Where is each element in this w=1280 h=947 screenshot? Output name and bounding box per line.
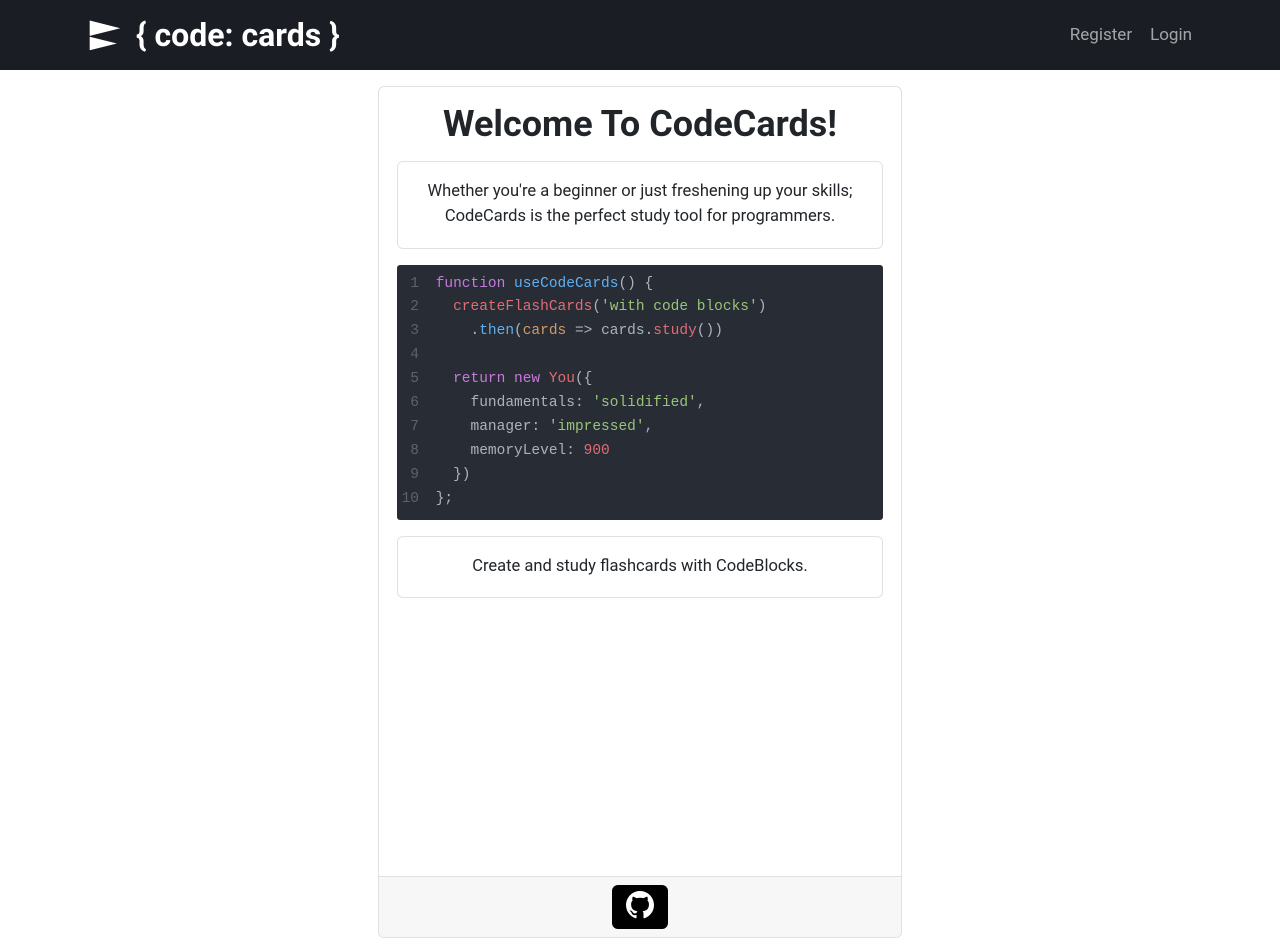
tagline-box: Create and study flashcards with CodeBlo… xyxy=(397,536,883,599)
navbar: { code: cards } Register Login xyxy=(0,0,1280,70)
tagline-text: Create and study flashcards with CodeBlo… xyxy=(472,557,808,576)
intro-line-1: Whether you're a beginner or just freshe… xyxy=(418,180,862,205)
login-link[interactable]: Login xyxy=(1150,25,1192,45)
main: Welcome To CodeCards! Whether you're a b… xyxy=(0,86,1280,938)
card-footer xyxy=(379,876,901,937)
github-icon xyxy=(626,891,654,923)
intro-box: Whether you're a beginner or just freshe… xyxy=(397,161,883,249)
brand-text: { code: cards } xyxy=(136,16,340,54)
card-body: Welcome To CodeCards! Whether you're a b… xyxy=(379,87,901,876)
nav-links: Register Login xyxy=(1070,25,1192,45)
code-block: 1 function useCodeCards() { 2 createFlas… xyxy=(397,265,883,520)
intro-line-2: CodeCards is the perfect study tool for … xyxy=(418,205,862,230)
spacer xyxy=(397,614,883,858)
github-button[interactable] xyxy=(612,885,668,929)
page-title: Welcome To CodeCards! xyxy=(397,103,883,145)
register-link[interactable]: Register xyxy=(1070,25,1132,45)
logo-icon xyxy=(88,18,122,52)
hero-card: Welcome To CodeCards! Whether you're a b… xyxy=(378,86,902,938)
brand[interactable]: { code: cards } xyxy=(88,16,340,54)
